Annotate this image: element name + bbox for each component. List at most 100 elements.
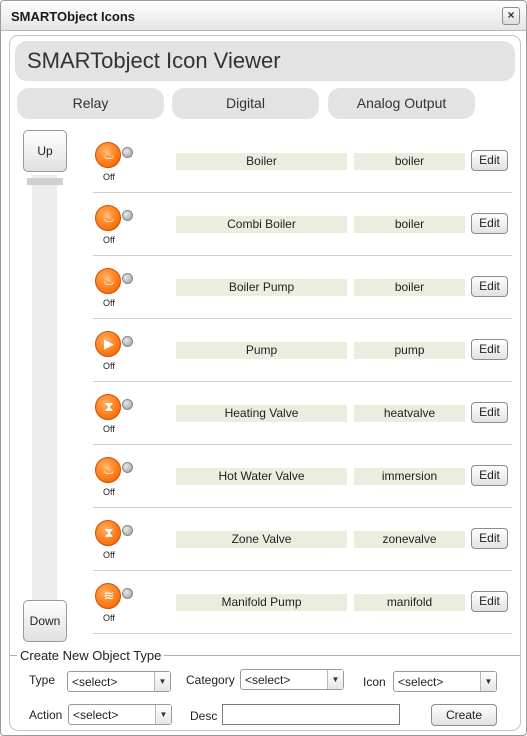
status-indicator-icon bbox=[122, 210, 133, 221]
object-name: Boiler bbox=[176, 153, 347, 170]
create-group-legend: Create New Object Type bbox=[17, 648, 165, 663]
category-select-value: <select> bbox=[245, 673, 291, 687]
desc-input[interactable] bbox=[222, 704, 400, 725]
object-category: pump bbox=[354, 342, 465, 359]
status-text: Off bbox=[103, 172, 115, 182]
status-indicator-icon bbox=[122, 273, 133, 284]
action-label: Action bbox=[29, 708, 63, 722]
status-text: Off bbox=[103, 298, 115, 308]
status-text: Off bbox=[103, 235, 115, 245]
edit-button[interactable]: Edit bbox=[471, 402, 508, 423]
type-select[interactable]: <select> ▼ bbox=[67, 671, 171, 692]
status-indicator-icon bbox=[122, 588, 133, 599]
object-category: boiler bbox=[354, 153, 465, 170]
tab-digital[interactable]: Digital bbox=[172, 88, 319, 119]
object-category: boiler bbox=[354, 216, 465, 233]
object-icon-group: ≋ Off bbox=[95, 583, 135, 625]
scroll-up-button[interactable]: Up bbox=[23, 130, 67, 172]
icon-glyph: ♨ bbox=[103, 147, 115, 162]
manifold-icon: ≋ bbox=[95, 583, 121, 609]
flame-icon: ♨ bbox=[95, 142, 121, 168]
object-icon-group: ♨ Off bbox=[95, 205, 135, 247]
page-title: SMARTobject Icon Viewer bbox=[15, 41, 515, 81]
object-row: ♨ Off Hot Water Valve immersion Edit bbox=[93, 445, 512, 508]
object-name: Pump bbox=[176, 342, 347, 359]
icon-glyph: ⧗ bbox=[104, 399, 114, 414]
type-select-value: <select> bbox=[72, 675, 118, 689]
object-name: Heating Valve bbox=[176, 405, 347, 422]
object-icon-group: ⧗ Off bbox=[95, 394, 135, 436]
object-row: ▶ Off Pump pump Edit bbox=[93, 319, 512, 382]
icon-glyph: ≋ bbox=[103, 588, 115, 603]
chevron-down-icon: ▼ bbox=[327, 670, 343, 689]
object-category: heatvalve bbox=[354, 405, 465, 422]
close-icon: × bbox=[507, 8, 515, 22]
status-text: Off bbox=[103, 487, 115, 497]
icon-select[interactable]: <select> ▼ bbox=[393, 671, 497, 692]
tab-relay[interactable]: Relay bbox=[17, 88, 164, 119]
object-icon-group: ♨ Off bbox=[95, 457, 135, 499]
object-category: immersion bbox=[354, 468, 465, 485]
scroll-thumb[interactable] bbox=[27, 178, 63, 185]
status-indicator-icon bbox=[122, 399, 133, 410]
status-text: Off bbox=[103, 613, 115, 623]
object-row: ⧗ Off Heating Valve heatvalve Edit bbox=[93, 382, 512, 445]
object-icon-group: ⧗ Off bbox=[95, 520, 135, 562]
object-category: manifold bbox=[354, 594, 465, 611]
chevron-down-icon: ▼ bbox=[155, 705, 171, 724]
object-name: Boiler Pump bbox=[176, 279, 347, 296]
chevron-down-icon: ▼ bbox=[480, 672, 496, 691]
edit-button[interactable]: Edit bbox=[471, 339, 508, 360]
status-indicator-icon bbox=[122, 147, 133, 158]
flame-icon: ♨ bbox=[95, 205, 121, 231]
object-name: Hot Water Valve bbox=[176, 468, 347, 485]
status-indicator-icon bbox=[122, 336, 133, 347]
status-indicator-icon bbox=[122, 525, 133, 536]
desc-label: Desc bbox=[190, 709, 218, 723]
icon-glyph: ♨ bbox=[103, 273, 115, 288]
category-select[interactable]: <select> ▼ bbox=[240, 669, 344, 690]
tab-analog-output[interactable]: Analog Output bbox=[328, 88, 475, 119]
status-indicator-icon bbox=[122, 462, 133, 473]
scroll-down-button[interactable]: Down bbox=[23, 600, 67, 642]
pump-icon: ▶ bbox=[95, 331, 121, 357]
object-row: ♨ Off Boiler Pump boiler Edit bbox=[93, 256, 512, 319]
status-text: Off bbox=[103, 424, 115, 434]
valve-icon: ⧗ bbox=[95, 394, 121, 420]
icon-glyph: ♨ bbox=[103, 462, 115, 477]
category-label: Category bbox=[186, 673, 235, 687]
object-name: Manifold Pump bbox=[176, 594, 347, 611]
chevron-down-icon: ▼ bbox=[154, 672, 170, 691]
edit-button[interactable]: Edit bbox=[471, 276, 508, 297]
create-button[interactable]: Create bbox=[431, 704, 497, 726]
object-row: ♨ Off Combi Boiler boiler Edit bbox=[93, 193, 512, 256]
type-label: Type bbox=[29, 673, 56, 687]
title-bar: SMARTObject Icons × bbox=[1, 1, 526, 31]
status-text: Off bbox=[103, 361, 115, 371]
object-row: ♨ Off Boiler boiler Edit bbox=[93, 130, 512, 193]
edit-button[interactable]: Edit bbox=[471, 528, 508, 549]
edit-button[interactable]: Edit bbox=[471, 465, 508, 486]
icon-label: Icon bbox=[363, 675, 386, 689]
edit-button[interactable]: Edit bbox=[471, 213, 508, 234]
object-icon-group: ▶ Off bbox=[95, 331, 135, 373]
object-row: ⧗ Off Zone Valve zonevalve Edit bbox=[93, 508, 512, 571]
close-button[interactable]: × bbox=[502, 7, 520, 25]
edit-button[interactable]: Edit bbox=[471, 150, 508, 171]
object-name: Combi Boiler bbox=[176, 216, 347, 233]
object-row: ≋ Off Manifold Pump manifold Edit bbox=[93, 571, 512, 634]
object-category: boiler bbox=[354, 279, 465, 296]
status-text: Off bbox=[103, 550, 115, 560]
icon-glyph: ⧗ bbox=[104, 525, 114, 540]
window-title: SMARTObject Icons bbox=[11, 9, 136, 24]
object-name: Zone Valve bbox=[176, 531, 347, 548]
action-select[interactable]: <select> ▼ bbox=[68, 704, 172, 725]
object-category: zonevalve bbox=[354, 531, 465, 548]
object-icon-group: ♨ Off bbox=[95, 142, 135, 184]
valve-icon: ⧗ bbox=[95, 520, 121, 546]
flame-icon: ♨ bbox=[95, 268, 121, 294]
icon-glyph: ♨ bbox=[103, 210, 115, 225]
scroll-track[interactable] bbox=[32, 175, 57, 600]
edit-button[interactable]: Edit bbox=[471, 591, 508, 612]
flame-icon: ♨ bbox=[95, 457, 121, 483]
